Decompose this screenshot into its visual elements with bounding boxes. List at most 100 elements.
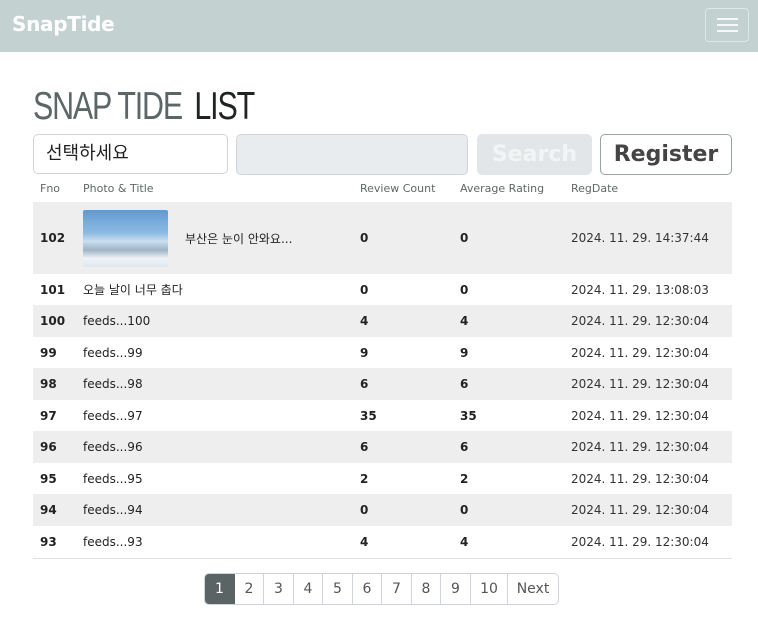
header-average-rating[interactable]: Average Rating	[460, 182, 544, 195]
page-link-6[interactable]: 6	[353, 574, 382, 604]
table-row[interactable]: 94 feeds...94 0 0 2024. 11. 29. 12:30:04	[33, 494, 732, 526]
cell-title[interactable]: feeds...98	[83, 368, 143, 400]
feed-title-link[interactable]: feeds...96	[83, 440, 143, 454]
cell-average-rating: 35	[460, 408, 477, 423]
cell-regdate: 2024. 11. 29. 12:30:04	[571, 377, 709, 391]
header-fno[interactable]: Fno	[40, 182, 60, 195]
feed-title-link[interactable]: feeds...98	[83, 377, 143, 391]
cell-review-count: 9	[360, 345, 369, 360]
table-row[interactable]: 96 feeds...96 6 6 2024. 11. 29. 12:30:04	[33, 431, 732, 463]
cell-fno: 101	[40, 282, 66, 297]
table-header: Fno Photo & Title Review Count Average R…	[33, 180, 732, 202]
cell-fno: 94	[40, 503, 57, 517]
cell-title[interactable]: feeds...95	[83, 463, 143, 494]
cell-regdate: 2024. 11. 29. 12:30:04	[571, 471, 709, 486]
page-link-8[interactable]: 8	[412, 574, 441, 604]
cell-average-rating: 0	[460, 282, 469, 297]
pagination: 1 2 3 4 5 6 7 8 9 10 Next	[204, 573, 559, 605]
cell-fno: 95	[40, 471, 57, 486]
feed-title-link[interactable]: feeds...94	[83, 503, 143, 517]
cell-fno: 98	[40, 377, 57, 391]
cell-average-rating: 4	[460, 534, 469, 549]
navbar-toggler-button[interactable]	[705, 8, 749, 42]
feed-title-link[interactable]: feeds...100	[83, 314, 150, 328]
cell-average-rating: 0	[460, 231, 469, 245]
cell-title[interactable]: 오늘 날이 너무 춥다	[83, 274, 183, 305]
feed-title-link[interactable]: feeds...95	[83, 472, 143, 486]
cell-fno: 102	[40, 231, 66, 245]
table-row[interactable]: 99 feeds...99 9 9 2024. 11. 29. 12:30:04	[33, 337, 732, 368]
table-row[interactable]: 98 feeds...98 6 6 2024. 11. 29. 12:30:04	[33, 368, 732, 400]
table-row[interactable]: 101 오늘 날이 너무 춥다 0 0 2024. 11. 29. 13:08:03	[33, 274, 732, 305]
table-body: 102 부산은 눈이 안와요... 0 0 2024. 11. 29. 14:37:44…	[33, 202, 732, 557]
cell-title[interactable]: feeds...96	[83, 431, 143, 463]
search-type-select[interactable]: 선택하세요	[33, 134, 228, 174]
cell-fno: 100	[40, 314, 66, 328]
menu-icon	[717, 18, 738, 20]
cell-fno: 93	[40, 534, 57, 549]
cell-review-count: 6	[360, 440, 369, 454]
menu-icon-bar	[717, 30, 738, 32]
page-link-2[interactable]: 2	[235, 574, 264, 604]
cell-regdate: 2024. 11. 29. 13:08:03	[571, 282, 709, 297]
cell-average-rating: 4	[460, 314, 469, 328]
cell-regdate: 2024. 11. 29. 12:30:04	[571, 440, 709, 454]
cell-regdate: 2024. 11. 29. 12:30:04	[571, 503, 709, 517]
cell-regdate: 2024. 11. 29. 14:37:44	[571, 231, 709, 245]
cell-average-rating: 6	[460, 440, 469, 454]
navbar: SnapTide	[0, 0, 758, 52]
feed-title-link[interactable]: feeds...99	[83, 346, 143, 360]
register-button[interactable]: Register	[600, 134, 732, 175]
search-button[interactable]: Search	[477, 134, 592, 175]
feed-photo-thumbnail[interactable]	[83, 209, 168, 267]
table-row[interactable]: 100 feeds...100 4 4 2024. 11. 29. 12:30:04	[33, 305, 732, 337]
header-photo-title[interactable]: Photo & Title	[83, 182, 154, 195]
cell-review-count: 6	[360, 377, 369, 391]
cell-title[interactable]: feeds...100	[83, 305, 150, 337]
feed-title-link[interactable]: feeds...93	[83, 535, 143, 549]
cell-title[interactable]: feeds...99	[83, 337, 143, 368]
cell-review-count: 2	[360, 471, 369, 486]
page-link-4[interactable]: 4	[294, 574, 323, 604]
page-link-1[interactable]: 1	[205, 574, 235, 604]
page-next-link[interactable]: Next	[508, 574, 558, 604]
cell-average-rating: 6	[460, 377, 469, 391]
cell-review-count: 0	[360, 231, 369, 245]
page-link-7[interactable]: 7	[382, 574, 412, 604]
cell-review-count: 0	[360, 282, 369, 297]
menu-icon-bar	[717, 24, 738, 26]
cell-regdate: 2024. 11. 29. 12:30:04	[571, 345, 709, 360]
cell-average-rating: 9	[460, 345, 469, 360]
table-row[interactable]: 97 feeds...97 35 35 2024. 11. 29. 12:30:04	[33, 400, 732, 431]
cell-review-count: 0	[360, 503, 369, 517]
cell-fno: 96	[40, 440, 57, 454]
header-regdate[interactable]: RegDate	[571, 182, 618, 195]
cell-review-count: 4	[360, 314, 369, 328]
page-title-sub: LIST	[194, 85, 255, 128]
cell-average-rating: 2	[460, 471, 469, 486]
page-link-9[interactable]: 9	[441, 574, 471, 604]
brand-logo[interactable]: SnapTide	[12, 12, 115, 36]
table-row[interactable]: 95 feeds...95 2 2 2024. 11. 29. 12:30:04	[33, 463, 732, 494]
cell-title[interactable]: 부산은 눈이 안와요...	[83, 202, 292, 274]
page-link-3[interactable]: 3	[264, 574, 294, 604]
table-row[interactable]: 102 부산은 눈이 안와요... 0 0 2024. 11. 29. 14:37:44	[33, 202, 732, 274]
cell-title[interactable]: feeds...97	[83, 400, 143, 431]
cell-title[interactable]: feeds...93	[83, 526, 143, 557]
keyword-input[interactable]	[236, 134, 468, 175]
page-link-5[interactable]: 5	[323, 574, 353, 604]
page-link-10[interactable]: 10	[471, 574, 508, 604]
cell-title[interactable]: feeds...94	[83, 494, 143, 526]
feed-title-link[interactable]: 부산은 눈이 안와요...	[185, 230, 292, 247]
header-review-count[interactable]: Review Count	[360, 182, 435, 195]
cell-regdate: 2024. 11. 29. 12:30:04	[571, 408, 709, 423]
table-bottom-divider	[33, 558, 732, 559]
cell-fno: 99	[40, 345, 57, 360]
cell-review-count: 4	[360, 534, 369, 549]
feed-title-link[interactable]: 오늘 날이 너무 춥다	[83, 281, 183, 298]
table-row[interactable]: 93 feeds...93 4 4 2024. 11. 29. 12:30:04	[33, 526, 732, 557]
feed-title-link[interactable]: feeds...97	[83, 409, 143, 423]
cell-fno: 97	[40, 408, 57, 423]
cell-regdate: 2024. 11. 29. 12:30:04	[571, 534, 709, 549]
cell-review-count: 35	[360, 408, 377, 423]
